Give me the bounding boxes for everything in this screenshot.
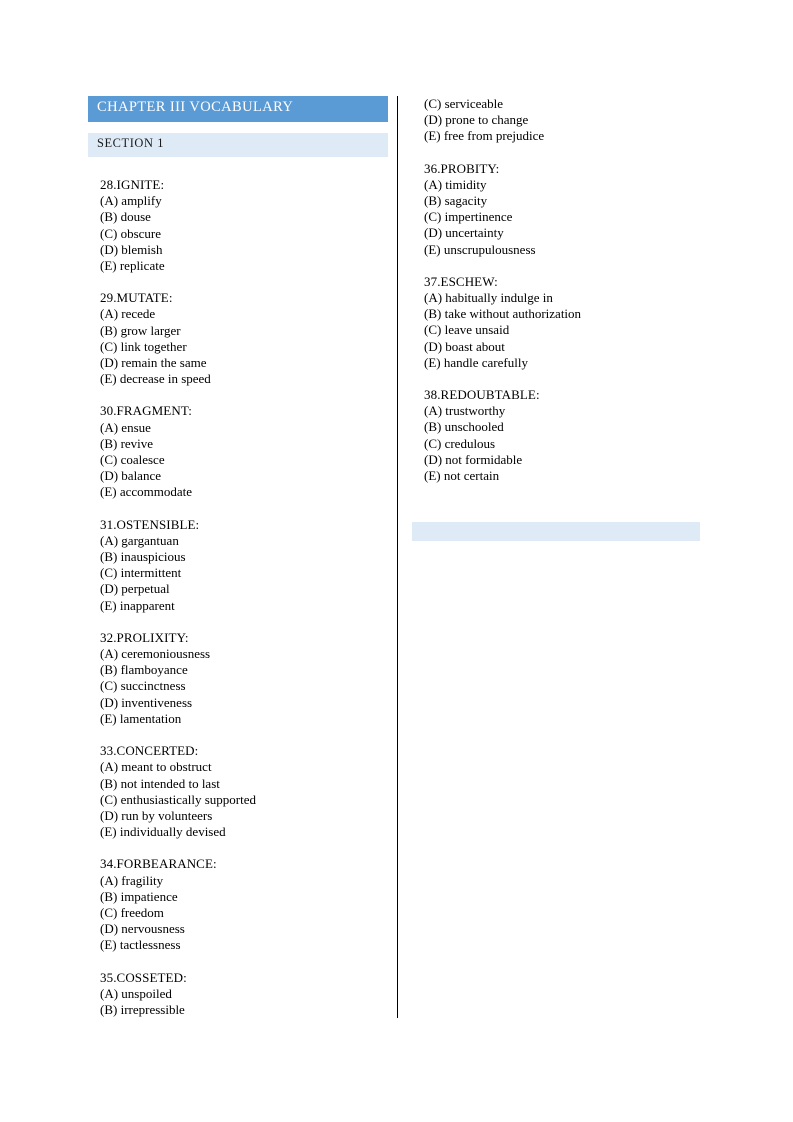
question-option: (C) link together <box>100 338 187 354</box>
question-option: (B) irrepressible <box>100 1001 185 1017</box>
question-block: 35.COSSETED: (A) unspoiled (B) irrepress… <box>88 970 388 1019</box>
question-option: (E) replicate <box>100 258 165 274</box>
question-block: 31.OSTENSIBLE: (A) gargantuan (B) inausp… <box>88 517 388 614</box>
question-option: (D) nervousness <box>100 921 185 937</box>
question-option: (A) fragility <box>100 872 164 888</box>
question-block: 34.FORBEARANCE: (A) fragility (B) impati… <box>88 856 388 953</box>
question-stem: 38.REDOUBTABLE: <box>424 387 540 403</box>
question-option: (A) trustworthy <box>424 403 506 419</box>
question-option: (A) ensue <box>100 419 151 435</box>
question-stem: 34.FORBEARANCE: <box>100 856 217 872</box>
question-option: (C) coalesce <box>100 452 165 468</box>
question-option: (C) succinctness <box>100 678 186 694</box>
question-option: (D) run by volunteers <box>100 807 213 823</box>
question-stem: 36.PROBITY: <box>424 160 500 176</box>
question-option: (A) gargantuan <box>100 532 179 548</box>
question-stem: 30.FRAGMENT: <box>100 403 192 419</box>
question-block: 36.PROBITY: (A) timidity (B) sagacity (C… <box>412 161 702 258</box>
question-option: (D) remain the same <box>100 355 207 371</box>
document-page: CHAPTER III VOCABULARY SECTION 1 28.IGNI… <box>0 0 793 1122</box>
question-block: 33.CONCERTED: (A) meant to obstruct (B) … <box>88 743 388 840</box>
question-stem: 28.IGNITE: <box>100 177 165 192</box>
question-block: 38.REDOUBTABLE: (A) trustworthy (B) unsc… <box>412 387 702 484</box>
question-block: 28.IGNITE: (A) amplify (B) douse (C) obs… <box>88 177 388 274</box>
question-option: (C) freedom <box>100 904 164 920</box>
blank-section-banner <box>412 522 700 542</box>
question-option: (C) impertinence <box>424 209 513 225</box>
question-option: (B) inauspicious <box>100 549 186 565</box>
layout-spacer <box>412 500 702 522</box>
question-option: (E) accommodate <box>100 484 193 500</box>
question-stem: 37.ESCHEW: <box>424 273 498 289</box>
question-option: (B) grow larger <box>100 322 181 338</box>
section-title-banner: SECTION 1 <box>88 133 388 157</box>
question-option: (E) decrease in speed <box>100 371 211 387</box>
left-column: CHAPTER III VOCABULARY SECTION 1 28.IGNI… <box>88 96 388 1034</box>
question-block: 29.MUTATE: (A) recede (B) grow larger (C… <box>88 290 388 387</box>
question-option: (B) flamboyance <box>100 662 188 678</box>
question-option: (E) tactlessness <box>100 937 181 953</box>
question-option: (E) lamentation <box>100 710 182 726</box>
question-option: (E) handle carefully <box>424 354 528 370</box>
question-option: (E) unscrupulousness <box>424 241 536 257</box>
question-option: (B) not intended to last <box>100 775 220 791</box>
question-option: (D) prone to change <box>424 112 529 128</box>
question-block: 37.ESCHEW: (A) habitually indulge in (B)… <box>412 274 702 371</box>
chapter-title-banner: CHAPTER III VOCABULARY <box>88 96 388 122</box>
question-option: (A) amplify <box>100 193 162 209</box>
question-option: (E) individually devised <box>100 824 226 840</box>
question-option: (E) free from prejudice <box>424 128 545 144</box>
question-option: (D) balance <box>100 468 161 484</box>
question-option: (D) perpetual <box>100 581 170 597</box>
question-option: (A) meant to obstruct <box>100 759 212 775</box>
question-block: 32.PROLIXITY: (A) ceremoniousness (B) fl… <box>88 630 388 727</box>
question-option: (D) boast about <box>424 338 505 354</box>
question-option: (C) credulous <box>424 435 496 451</box>
question-option: (B) revive <box>100 435 154 451</box>
question-option: (A) ceremoniousness <box>100 646 211 662</box>
question-option: (D) blemish <box>100 241 163 257</box>
question-option: (B) take without authorization <box>424 306 582 322</box>
question-option: (D) inventiveness <box>100 694 193 710</box>
left-question-list: 28.IGNITE: (A) amplify (B) douse (C) obs… <box>88 177 388 1018</box>
question-option: (E) inapparent <box>100 597 175 613</box>
question-option: (D) not formidable <box>424 451 523 467</box>
question-block: 30.FRAGMENT: (A) ensue (B) revive (C) co… <box>88 403 388 500</box>
question-option: (B) douse <box>100 209 151 225</box>
question-option: (C) enthusiastically supported <box>100 791 256 807</box>
question-stem: 35.COSSETED: <box>100 969 187 985</box>
question-stem: 31.OSTENSIBLE: <box>100 516 200 532</box>
question-option: (C) obscure <box>100 225 162 241</box>
question-stem: 33.CONCERTED: <box>100 743 199 759</box>
question-option: (C) serviceable <box>424 96 504 111</box>
question-option: (B) unschooled <box>424 419 504 435</box>
right-column: (C) serviceable (D) prone to change (E) … <box>412 96 702 542</box>
question-option: (B) impatience <box>100 888 178 904</box>
question-option: (A) unspoiled <box>100 985 172 1001</box>
column-divider <box>397 96 398 1018</box>
right-question-list: 36.PROBITY: (A) timidity (B) sagacity (C… <box>412 161 702 485</box>
continued-options-block: (C) serviceable (D) prone to change (E) … <box>412 96 702 145</box>
question-option: (E) not certain <box>424 468 500 484</box>
question-option: (D) uncertainty <box>424 225 504 241</box>
question-option: (C) leave unsaid <box>424 322 510 338</box>
question-option: (A) habitually indulge in <box>424 290 553 306</box>
question-option: (C) intermittent <box>100 565 182 581</box>
question-option: (A) recede <box>100 306 156 322</box>
question-option: (B) sagacity <box>424 193 488 209</box>
question-option: (A) timidity <box>424 176 487 192</box>
question-stem: 32.PROLIXITY: <box>100 629 189 645</box>
question-stem: 29.MUTATE: <box>100 290 173 306</box>
